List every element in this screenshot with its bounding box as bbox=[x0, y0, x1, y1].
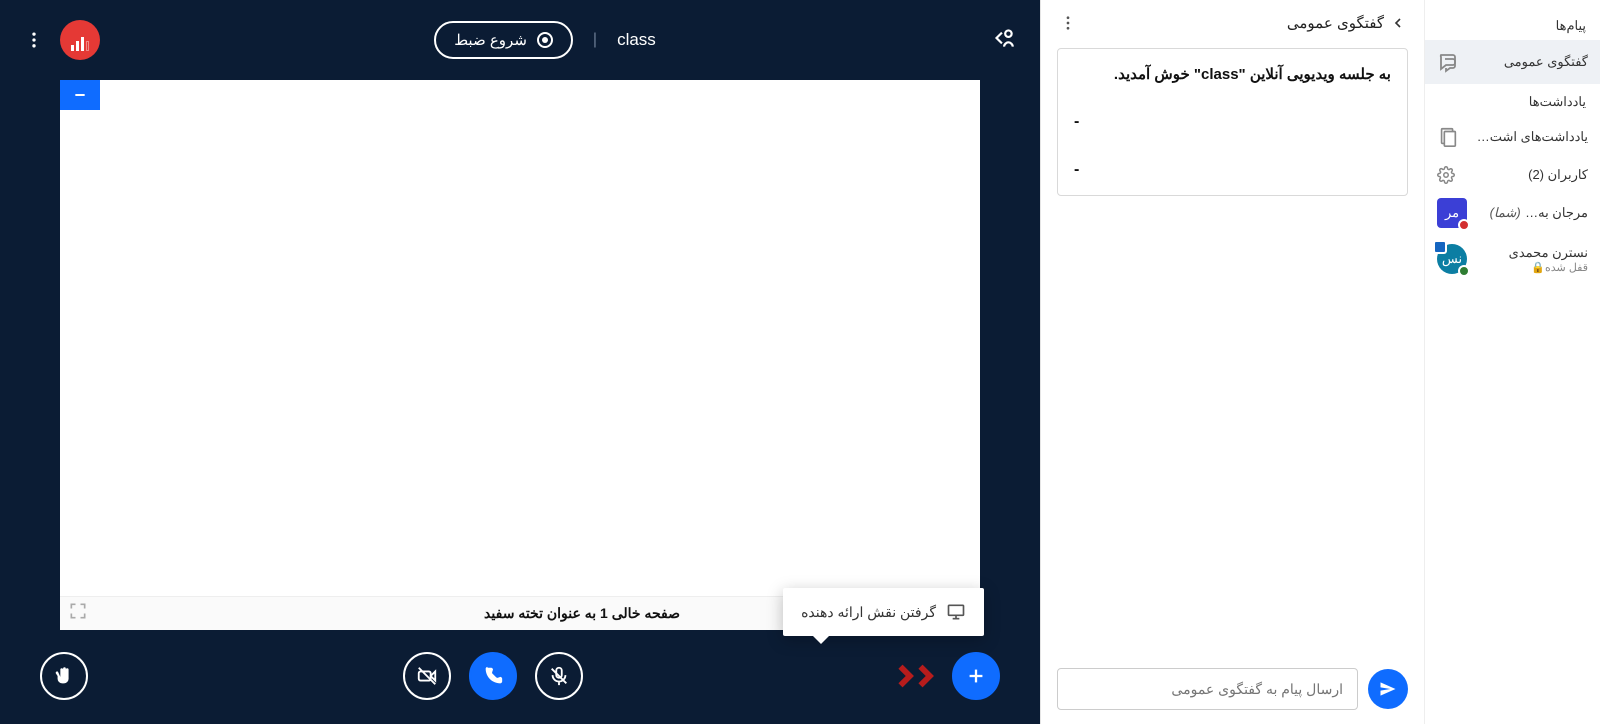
phone-icon bbox=[482, 665, 504, 687]
fullscreen-button[interactable] bbox=[68, 601, 88, 626]
presenter-tooltip: گرفتن نقش ارائه دهنده bbox=[783, 588, 984, 636]
chat-title: گفتگوی عمومی bbox=[1287, 14, 1384, 32]
chevron-icon bbox=[910, 659, 938, 693]
connection-status-icon[interactable] bbox=[60, 20, 100, 60]
collapse-users-button[interactable] bbox=[990, 25, 1016, 56]
record-button[interactable]: شروع ضبط bbox=[434, 21, 573, 59]
user-name: نسترن محمدی bbox=[1475, 245, 1588, 261]
fullscreen-icon bbox=[68, 601, 88, 621]
user-row[interactable]: نسترن محمدی قفل شده🔒 نس bbox=[1425, 236, 1600, 282]
record-label: شروع ضبط bbox=[454, 31, 527, 49]
actions-button[interactable] bbox=[952, 652, 1000, 700]
tooltip-text: گرفتن نقش ارائه دهنده bbox=[801, 604, 936, 621]
bottom-controls bbox=[0, 640, 1040, 724]
chat-input[interactable] bbox=[1057, 668, 1358, 710]
plus-icon bbox=[965, 665, 987, 687]
microphone-button[interactable] bbox=[535, 652, 583, 700]
main-topbar: شروع ضبط | class bbox=[0, 0, 1040, 80]
sidebar-item-label: گفتگوی عمومی bbox=[1471, 54, 1588, 70]
options-kebab-icon[interactable] bbox=[24, 30, 44, 50]
main-area: شروع ضبط | class صفحه خالی 1 به عنوا bbox=[0, 0, 1040, 724]
chevrons-indicator bbox=[898, 659, 938, 693]
audio-badge-icon bbox=[1458, 265, 1470, 277]
sidebar-panel: پیام‌ها گفتگوی عمومی یادداشت‌ها یادداشت‌… bbox=[1424, 0, 1600, 724]
sidebar-item-shared-notes[interactable]: یادداشت‌های اشت… bbox=[1425, 116, 1600, 158]
sidebar-item-label: یادداشت‌های اشت… bbox=[1469, 129, 1588, 145]
hand-icon bbox=[53, 665, 75, 687]
webcam-button[interactable] bbox=[403, 652, 451, 700]
whiteboard-container: صفحه خالی 1 به عنوان تخته سفید bbox=[0, 80, 1040, 640]
notes-section-title: یادداشت‌ها bbox=[1425, 84, 1600, 116]
status-badge-icon bbox=[1458, 219, 1470, 231]
kebab-icon[interactable] bbox=[1059, 14, 1077, 32]
chat-messages: به جلسه ویدیویی آنلاین "class" خوش آمدید… bbox=[1041, 42, 1424, 654]
user-you-label: (شما) bbox=[1490, 205, 1521, 220]
raise-hand-button[interactable] bbox=[40, 652, 88, 700]
chat-header: گفتگوی عمومی bbox=[1041, 0, 1424, 42]
welcome-message: به جلسه ویدیویی آنلاین "class" خوش آمدید… bbox=[1057, 48, 1408, 196]
user-status: قفل شده🔒 bbox=[1475, 261, 1588, 274]
minus-icon bbox=[72, 87, 88, 103]
presentation-icon bbox=[946, 602, 966, 622]
mic-off-icon bbox=[548, 665, 570, 687]
chat-icon bbox=[1437, 50, 1461, 74]
whiteboard[interactable] bbox=[60, 80, 980, 596]
chat-input-row bbox=[1041, 654, 1424, 724]
webcam-off-icon bbox=[416, 665, 438, 687]
minimize-presentation-button[interactable] bbox=[60, 80, 100, 110]
send-button[interactable] bbox=[1368, 669, 1408, 709]
presenter-badge-icon bbox=[1433, 240, 1447, 254]
send-icon bbox=[1378, 679, 1398, 699]
session-title: class bbox=[617, 30, 656, 50]
user-name: مرجان به… bbox=[1525, 205, 1588, 220]
chevron-left-icon[interactable] bbox=[1390, 15, 1406, 31]
welcome-text: به جلسه ویدیویی آنلاین "class" خوش آمدید… bbox=[1074, 65, 1391, 83]
chat-panel: گفتگوی عمومی به جلسه ویدیویی آنلاین "cla… bbox=[1040, 0, 1424, 724]
gear-icon[interactable] bbox=[1437, 166, 1455, 184]
slide-label: صفحه خالی 1 به عنوان تخته سفید bbox=[484, 605, 680, 622]
notes-icon bbox=[1437, 126, 1459, 148]
avatar: نس bbox=[1437, 244, 1467, 274]
users-section-header: کاربران (2) bbox=[1425, 158, 1600, 190]
user-row[interactable]: مرجان به… (شما) مر bbox=[1425, 190, 1600, 236]
users-collapse-icon bbox=[990, 25, 1016, 51]
avatar: مر bbox=[1437, 198, 1467, 228]
record-dot-icon bbox=[537, 32, 553, 48]
audio-button[interactable] bbox=[469, 652, 517, 700]
sidebar-item-public-chat[interactable]: گفتگوی عمومی bbox=[1425, 40, 1600, 84]
users-section-title: کاربران (2) bbox=[1528, 167, 1588, 183]
messages-section-title: پیام‌ها bbox=[1425, 8, 1600, 40]
separator: | bbox=[593, 31, 597, 49]
